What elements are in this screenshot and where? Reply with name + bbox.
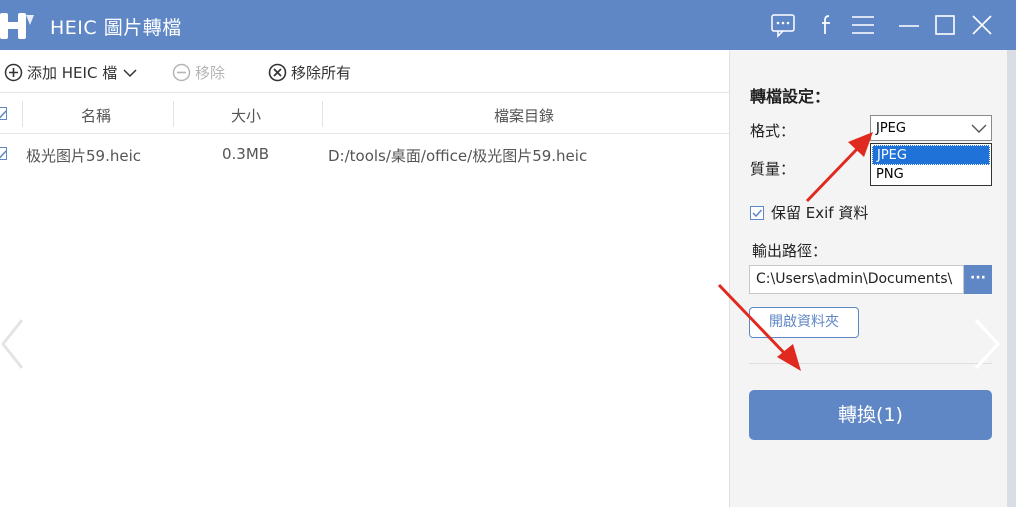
output-path-label: 輸出路徑：	[752, 242, 828, 260]
menu-icon[interactable]	[850, 12, 876, 38]
column-header-size[interactable]: 大小	[231, 105, 261, 126]
check-icon	[752, 208, 763, 217]
open-folder-button[interactable]: 開啟資料夾	[749, 307, 859, 338]
column-header-directory[interactable]: 檔案目錄	[494, 105, 554, 126]
remove-all-button[interactable]: 移除所有	[268, 62, 351, 83]
column-header-name[interactable]: 名稱	[81, 105, 111, 126]
close-icon[interactable]	[969, 12, 995, 38]
table-row[interactable]: 极光图片59.heic 0.3MB D:/tools/桌面/office/极光图…	[0, 134, 729, 174]
remove-all-label: 移除所有	[291, 64, 352, 82]
exif-checkbox[interactable]	[750, 205, 764, 220]
file-name: 极光图片59.heic	[26, 147, 142, 165]
settings-panel: 轉檔設定： 格式： JPEG 質量： JPEG PNG 保留 Exif 資料 輸…	[729, 50, 1007, 507]
format-select[interactable]: JPEG	[870, 115, 992, 141]
next-arrow-icon[interactable]	[972, 318, 1002, 370]
check-icon	[0, 150, 7, 159]
x-circle-icon	[268, 63, 287, 82]
output-path-input[interactable]: C:\Users\admin\Documents\	[749, 265, 964, 294]
file-path: D:/tools/桌面/office/极光图片59.heic	[328, 147, 588, 165]
check-icon	[0, 110, 7, 119]
quality-label: 質量：	[750, 160, 796, 178]
browse-button[interactable]: ···	[964, 265, 992, 294]
remove-label: 移除	[195, 64, 226, 82]
format-select-value: JPEG	[876, 121, 906, 136]
row-checkbox[interactable]	[0, 147, 7, 160]
format-option-png[interactable]: PNG	[872, 165, 990, 185]
minimize-icon[interactable]	[896, 12, 922, 38]
minus-circle-icon	[172, 63, 191, 82]
add-heic-button[interactable]: 添加 HEIC 檔	[4, 62, 142, 83]
file-table-header: 名稱 大小 檔案目錄	[0, 92, 729, 134]
format-option-jpeg[interactable]: JPEG	[872, 145, 990, 165]
plus-circle-icon	[4, 63, 23, 82]
app-title: HEIC 圖片轉檔	[50, 17, 182, 39]
window-edge	[1007, 50, 1016, 507]
toolbar: 添加 HEIC 檔 移除 移除所有	[0, 50, 729, 92]
facebook-icon[interactable]	[814, 12, 840, 38]
exif-label: 保留 Exif 資料	[771, 204, 869, 222]
remove-button[interactable]: 移除	[172, 62, 225, 83]
maximize-icon[interactable]	[932, 12, 958, 38]
exif-checkbox-row[interactable]: 保留 Exif 資料	[750, 202, 868, 223]
app-logo-icon	[0, 13, 34, 39]
format-dropdown-list: JPEG PNG	[870, 143, 992, 186]
feedback-icon[interactable]	[770, 12, 796, 38]
chevron-down-icon	[971, 124, 987, 133]
select-all-checkbox[interactable]	[0, 107, 7, 120]
chevron-down-icon[interactable]	[122, 67, 138, 79]
file-size: 0.3MB	[222, 145, 270, 163]
format-label: 格式：	[750, 122, 796, 140]
convert-button[interactable]: 轉換(1)	[749, 390, 992, 440]
title-bar: HEIC 圖片轉檔	[0, 0, 1016, 50]
settings-title: 轉檔設定：	[750, 87, 831, 106]
panel-divider	[749, 363, 992, 364]
add-heic-label: 添加 HEIC 檔	[27, 64, 118, 82]
prev-arrow-icon[interactable]	[0, 318, 26, 370]
